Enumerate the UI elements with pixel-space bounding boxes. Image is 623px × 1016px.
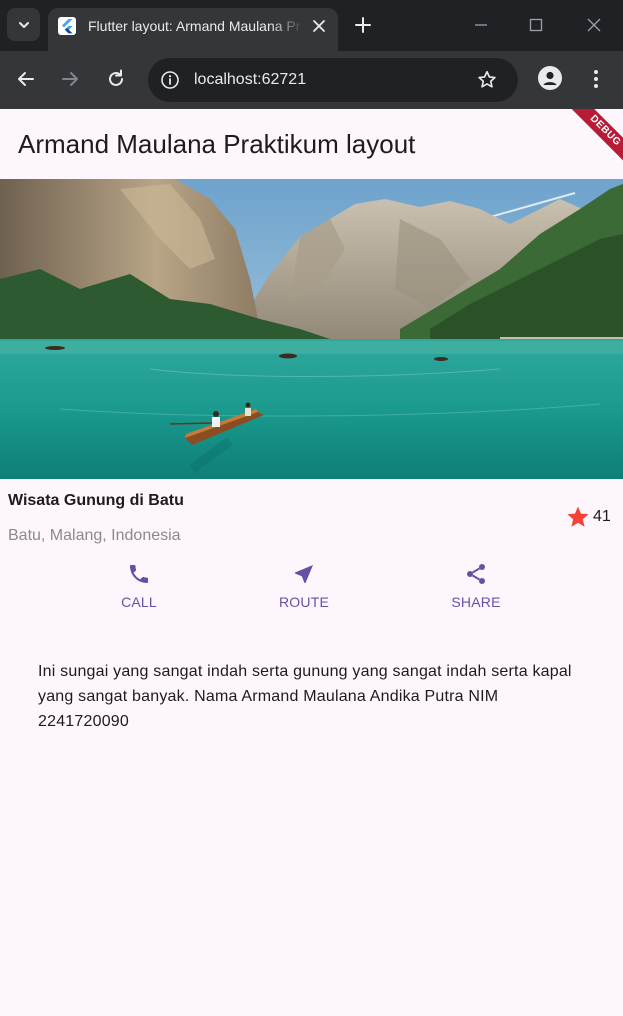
chevron-down-icon [18,21,29,28]
rating-count: 41 [593,508,611,525]
flutter-logo-icon [58,17,76,35]
share-icon [467,564,485,584]
phone-icon [130,565,148,583]
title-section: Wisata Gunung di Batu Batu, Malang, Indo… [0,479,623,559]
maximize-icon[interactable] [525,14,547,36]
call-button[interactable]: CALL [99,559,179,625]
route-label: ROUTE [279,594,329,610]
reload-icon[interactable] [105,68,127,90]
description-text: Ini sungai yang sangat indah serta gunun… [38,663,572,730]
tab-title: Flutter layout: Armand Maulana Praktikum… [88,18,300,34]
place-name: Wisata Gunung di Batu [8,492,184,509]
share-label: SHARE [451,594,501,610]
close-tab-icon[interactable] [310,17,328,35]
tab-title-fade [270,8,304,44]
app-bar: Armand Maulana Praktikum layout [0,109,623,179]
hero-image [0,179,623,479]
bookmark-star-icon[interactable] [476,69,498,91]
share-button[interactable]: SHARE [436,559,516,625]
url-text[interactable]: localhost:62721 [194,70,306,90]
close-window-icon[interactable] [583,14,605,36]
tab-search-button[interactable] [7,8,40,41]
profile-avatar-icon[interactable] [538,66,562,90]
star-icon [567,506,589,527]
browser-toolbar: localhost:62721 [0,51,623,109]
back-arrow-icon[interactable] [15,68,37,90]
page-title: Armand Maulana Praktikum layout [18,129,416,159]
browser-tab[interactable]: Flutter layout: Armand Maulana Praktikum… [48,8,338,51]
browser-tabstrip: Flutter layout: Armand Maulana Praktikum… [0,0,623,51]
route-button[interactable]: ROUTE [264,559,344,625]
kebab-menu-icon[interactable] [586,67,606,91]
button-section: CALL ROUTE SHARE [0,559,623,629]
app-viewport: Armand Maulana Praktikum layout DEBUG Wi… [0,109,623,1016]
forward-arrow-icon[interactable] [59,68,81,90]
minimize-icon[interactable] [470,14,492,36]
call-label: CALL [121,594,157,610]
address-bar[interactable]: localhost:62721 [148,58,518,102]
navigation-icon [295,565,313,583]
site-info-icon[interactable] [160,70,180,90]
plus-icon[interactable] [353,15,373,35]
place-location: Batu, Malang, Indonesia [8,527,181,544]
